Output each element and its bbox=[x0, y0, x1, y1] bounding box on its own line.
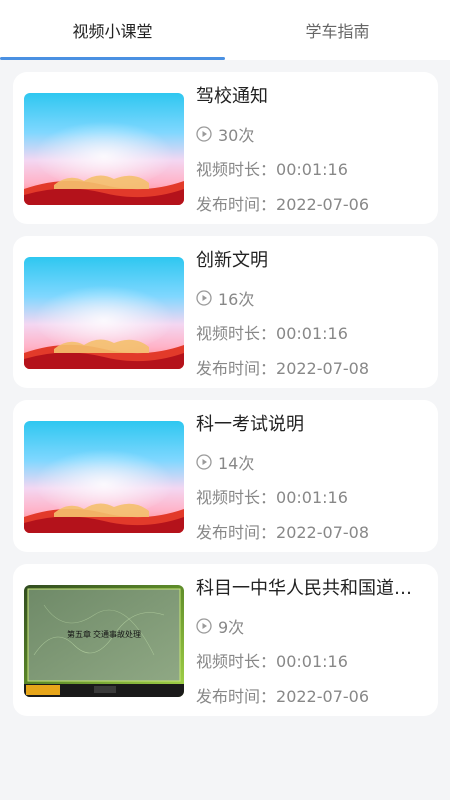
view-count-text: 9次 bbox=[218, 618, 245, 637]
date-label: 发布时间： bbox=[196, 195, 277, 214]
video-thumbnail[interactable] bbox=[24, 93, 184, 205]
active-tab-indicator bbox=[0, 57, 225, 60]
publish-date: 发布时间：2022-07-08 bbox=[196, 357, 369, 381]
view-count-text: 30次 bbox=[218, 126, 255, 145]
video-list: 驾校通知 30次 视频时长：00:01:16 发布时间：2022-07-06 创… bbox=[13, 72, 438, 728]
play-circle-icon bbox=[196, 126, 212, 142]
date-label: 发布时间： bbox=[196, 523, 277, 542]
duration-label: 视频时长： bbox=[196, 160, 277, 179]
video-duration: 视频时长：00:01:16 bbox=[196, 158, 348, 182]
duration-label: 视频时长： bbox=[196, 324, 277, 343]
video-card[interactable]: 第五章 交通事故处理 科目一中华人民共和国道路交通安全法 9次 视频时长：00:… bbox=[13, 564, 438, 716]
date-value: 2022-07-06 bbox=[276, 195, 369, 214]
view-count: 14次 bbox=[196, 450, 254, 474]
video-title[interactable]: 科一考试说明 bbox=[196, 412, 426, 438]
video-title[interactable]: 驾校通知 bbox=[196, 84, 426, 110]
publish-date: 发布时间：2022-07-06 bbox=[196, 685, 369, 709]
video-card[interactable]: 创新文明 16次 视频时长：00:01:16 发布时间：2022-07-08 bbox=[13, 236, 438, 388]
view-count-text: 16次 bbox=[218, 290, 255, 309]
play-circle-icon bbox=[196, 290, 212, 306]
duration-value: 00:01:16 bbox=[276, 488, 348, 507]
video-title[interactable]: 创新文明 bbox=[196, 248, 426, 274]
publish-date: 发布时间：2022-07-08 bbox=[196, 521, 369, 545]
view-count: 9次 bbox=[196, 614, 244, 638]
video-duration: 视频时长：00:01:16 bbox=[196, 486, 348, 510]
duration-label: 视频时长： bbox=[196, 488, 277, 507]
duration-label: 视频时长： bbox=[196, 652, 277, 671]
video-card[interactable]: 驾校通知 30次 视频时长：00:01:16 发布时间：2022-07-06 bbox=[13, 72, 438, 224]
date-value: 2022-07-08 bbox=[276, 523, 369, 542]
date-label: 发布时间： bbox=[196, 687, 277, 706]
view-count: 30次 bbox=[196, 122, 254, 146]
date-value: 2022-07-06 bbox=[276, 687, 369, 706]
view-count: 16次 bbox=[196, 286, 254, 310]
video-card[interactable]: 科一考试说明 14次 视频时长：00:01:16 发布时间：2022-07-08 bbox=[13, 400, 438, 552]
date-label: 发布时间： bbox=[196, 359, 277, 378]
tab-driving-guide[interactable]: 学车指南 bbox=[225, 0, 450, 60]
thumbnail-caption: 第五章 交通事故处理 bbox=[67, 630, 141, 639]
play-circle-icon bbox=[196, 618, 212, 634]
video-duration: 视频时长：00:01:16 bbox=[196, 650, 348, 674]
date-value: 2022-07-08 bbox=[276, 359, 369, 378]
play-circle-icon bbox=[196, 454, 212, 470]
tab-bar: 视频小课堂 学车指南 bbox=[0, 0, 450, 60]
publish-date: 发布时间：2022-07-06 bbox=[196, 193, 369, 217]
video-duration: 视频时长：00:01:16 bbox=[196, 322, 348, 346]
duration-value: 00:01:16 bbox=[276, 652, 348, 671]
duration-value: 00:01:16 bbox=[276, 324, 348, 343]
video-thumbnail[interactable] bbox=[24, 421, 184, 533]
view-count-text: 14次 bbox=[218, 454, 255, 473]
video-thumbnail[interactable] bbox=[24, 257, 184, 369]
duration-value: 00:01:16 bbox=[276, 160, 348, 179]
tab-video-class[interactable]: 视频小课堂 bbox=[0, 0, 225, 60]
video-title[interactable]: 科目一中华人民共和国道路交通安全法 bbox=[196, 576, 426, 602]
video-thumbnail[interactable]: 第五章 交通事故处理 bbox=[24, 585, 184, 697]
